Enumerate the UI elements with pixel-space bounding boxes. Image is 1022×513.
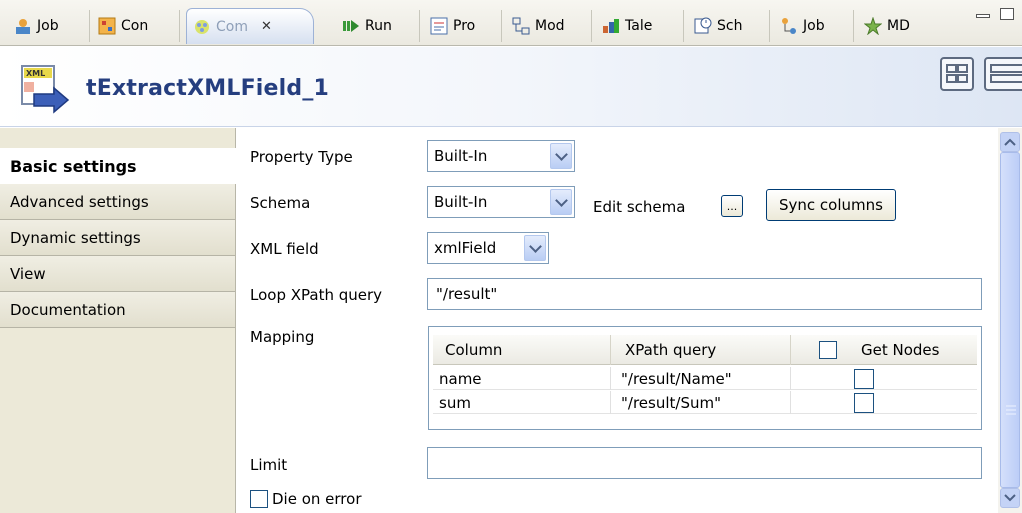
tab-job-hierarchy[interactable]: Job <box>774 10 854 42</box>
die-on-error-option[interactable]: Die on error <box>250 490 361 508</box>
get-nodes-header-label: Get Nodes <box>861 341 940 359</box>
tab-label: Com <box>216 18 248 35</box>
die-on-error-checkbox[interactable] <box>250 490 268 508</box>
nav-documentation[interactable]: Documentation <box>0 292 235 328</box>
scroll-down-button[interactable] <box>1000 488 1020 508</box>
die-on-error-label: Die on error <box>272 490 362 508</box>
nav-advanced-settings[interactable]: Advanced settings <box>0 184 235 220</box>
svg-text:XML: XML <box>26 69 45 78</box>
contexts-icon <box>98 17 116 35</box>
tab-contexts[interactable]: Con <box>92 10 180 42</box>
tab-run[interactable]: Run <box>336 10 420 42</box>
tab-component[interactable]: Com ✕ <box>186 8 314 44</box>
tab-job[interactable]: Job <box>8 10 90 42</box>
tab-label: Sch <box>717 18 743 34</box>
component-icon <box>193 18 211 36</box>
get-nodes-checkbox[interactable] <box>854 392 874 413</box>
settings-nav: Basic settings Advanced settings Dynamic… <box>0 128 236 513</box>
loop-xpath-label: Loop XPath query <box>250 286 383 304</box>
view-tab-bar: Job Con Com ✕ Run Pro Mod Tale Sch Job M… <box>0 0 1022 46</box>
get-nodes-all-checkbox[interactable] <box>819 341 837 359</box>
table-row[interactable]: name "/result/Name" <box>433 367 977 390</box>
maximize-icon[interactable] <box>1000 8 1014 20</box>
nav-basic-settings[interactable]: Basic settings <box>0 148 236 184</box>
component-header: XML tExtractXMLField_1 <box>0 47 1022 127</box>
scrollbar-thumb[interactable] <box>1000 152 1020 488</box>
chevron-down-icon <box>524 235 546 261</box>
vertical-scrollbar[interactable] <box>998 128 1022 513</box>
schema-select[interactable]: Built-In <box>427 186 575 218</box>
xpath-cell[interactable]: "/result/Name" <box>611 367 791 390</box>
modules-icon <box>512 17 530 35</box>
tab-modules[interactable]: Mod <box>506 10 592 42</box>
tab-label: Mod <box>535 18 565 34</box>
mapping-label: Mapping <box>250 328 315 346</box>
xml-field-value: xmlField <box>434 239 497 257</box>
mapping-table: Column XPath query Get Nodes name "/resu… <box>428 326 982 430</box>
tab-scheduler[interactable]: Sch <box>688 10 770 42</box>
problems-icon <box>430 17 448 35</box>
property-type-label: Property Type <box>250 148 353 166</box>
minimize-icon[interactable] <box>976 14 990 18</box>
tab-metadata[interactable]: MD <box>858 10 934 42</box>
tab-label: Job <box>803 18 825 34</box>
xpath-cell[interactable]: "/result/Sum" <box>611 391 791 414</box>
xml-field-label: XML field <box>250 240 319 258</box>
talend-icon <box>602 17 620 35</box>
tab-problems[interactable]: Pro <box>424 10 502 42</box>
schema-label: Schema <box>250 194 311 212</box>
get-nodes-cell <box>791 367 977 390</box>
edit-schema-label: Edit schema <box>593 198 686 216</box>
xml-extract-icon: XML <box>20 64 72 114</box>
limit-label: Limit <box>250 456 288 474</box>
get-nodes-cell <box>791 391 977 414</box>
property-type-select[interactable]: Built-In <box>427 140 575 172</box>
tab-label: Pro <box>453 18 476 34</box>
job-hierarchy-icon <box>780 17 798 35</box>
property-type-value: Built-In <box>434 147 488 165</box>
job-icon <box>14 17 32 35</box>
tab-label: Tale <box>625 18 653 34</box>
mapping-table-header: Column XPath query Get Nodes <box>433 335 977 365</box>
xpath-query-header[interactable]: XPath query <box>611 335 791 365</box>
tab-talend[interactable]: Tale <box>596 10 684 42</box>
sync-columns-button[interactable]: Sync columns <box>766 189 896 221</box>
get-nodes-checkbox[interactable] <box>854 368 874 389</box>
column-cell[interactable]: name <box>433 367 611 390</box>
scroll-up-button[interactable] <box>1000 132 1020 152</box>
tab-label: Con <box>121 18 149 34</box>
schema-value: Built-In <box>434 193 488 211</box>
xml-field-select[interactable]: xmlField <box>427 232 549 264</box>
tab-label: MD <box>887 18 910 34</box>
loop-xpath-input[interactable]: "/result" <box>427 278 982 310</box>
limit-input[interactable] <box>427 447 982 479</box>
table-row[interactable]: sum "/result/Sum" <box>433 391 977 414</box>
run-icon <box>342 17 360 35</box>
column-cell[interactable]: sum <box>433 391 611 414</box>
close-icon[interactable]: ✕ <box>261 19 272 34</box>
table-layout-button[interactable] <box>984 57 1022 91</box>
column-header[interactable]: Column <box>433 335 611 365</box>
scheduler-icon <box>694 17 712 35</box>
nav-dynamic-settings[interactable]: Dynamic settings <box>0 220 235 256</box>
metadata-icon <box>863 16 883 36</box>
chevron-down-icon <box>550 143 572 169</box>
chevron-down-icon <box>550 189 572 215</box>
tab-label: Job <box>37 18 59 34</box>
edit-schema-button[interactable]: ... <box>721 195 743 217</box>
compact-layout-button[interactable] <box>940 57 974 91</box>
component-title: tExtractXMLField_1 <box>86 76 330 101</box>
tab-label: Run <box>365 18 392 34</box>
get-nodes-header[interactable]: Get Nodes <box>791 335 977 365</box>
nav-view[interactable]: View <box>0 256 235 292</box>
